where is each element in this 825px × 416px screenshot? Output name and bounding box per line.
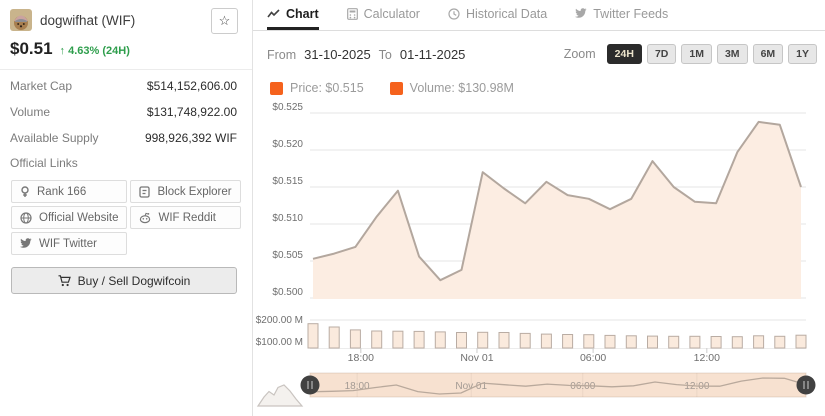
svg-text:Nov 01: Nov 01 xyxy=(460,352,493,364)
legend-volume[interactable]: Volume: $130.98M xyxy=(390,81,514,95)
svg-text:18:00: 18:00 xyxy=(348,352,374,364)
link-label: Official Website xyxy=(39,212,118,224)
buy-sell-button[interactable]: Buy / Sell Dogwifcoin xyxy=(11,267,237,294)
legend-volume-label: Volume: $130.98M xyxy=(410,81,514,95)
price-swatch xyxy=(270,82,283,95)
cart-icon xyxy=(58,275,71,287)
svg-text:$0.525: $0.525 xyxy=(272,102,303,113)
to-label: To xyxy=(379,48,392,62)
zoom-6m-button[interactable]: 6M xyxy=(753,44,784,65)
legend-price-label: Price: $0.515 xyxy=(290,81,364,95)
twitter-icon xyxy=(575,8,587,19)
svg-text:$0.515: $0.515 xyxy=(272,176,303,187)
from-label: From xyxy=(267,48,296,62)
tab-bar: Chart Calculator Historical Data Twitter… xyxy=(253,0,825,31)
stat-value: $514,152,606.00 xyxy=(147,79,237,93)
chart-panel: Chart Calculator Historical Data Twitter… xyxy=(253,0,825,416)
stat-value: $131,748,922.00 xyxy=(147,105,237,119)
stat-value: 998,926,392 WIF xyxy=(145,131,237,145)
zoom-3m-button[interactable]: 3M xyxy=(717,44,748,65)
up-arrow-icon: ↑ xyxy=(60,45,66,57)
buy-sell-label: Buy / Sell Dogwifcoin xyxy=(78,274,191,288)
svg-text:12:00: 12:00 xyxy=(694,352,720,364)
link-label: Rank 166 xyxy=(37,186,86,198)
line-chart-icon xyxy=(267,9,280,19)
svg-text:$0.520: $0.520 xyxy=(272,139,303,150)
link-label: WIF Reddit xyxy=(158,212,216,224)
svg-text:$200.00 M: $200.00 M xyxy=(256,315,303,326)
stat-label: Available Supply xyxy=(10,131,99,145)
mini-area-icon[interactable] xyxy=(258,385,302,406)
calculator-icon xyxy=(347,8,358,20)
rank-icon xyxy=(20,186,30,198)
block-explorer-button[interactable]: Block Explorer xyxy=(130,180,240,203)
zoom-label: Zoom xyxy=(564,47,596,61)
tab-label: Twitter Feeds xyxy=(593,7,668,21)
stat-row-volume: Volume $131,748,922.00 xyxy=(0,99,252,125)
official-links-grid: Rank 166 Block Explorer Official Website xyxy=(11,180,237,255)
stat-row-available-supply: Available Supply 998,926,392 WIF xyxy=(0,125,252,151)
zoom-7d-button[interactable]: 7D xyxy=(647,44,676,65)
date-range: From 31-10-2025 To 01-11-2025 xyxy=(267,47,465,62)
navigator-handle-left[interactable] xyxy=(301,376,320,395)
stat-label: Volume xyxy=(10,105,50,119)
stat-label: Market Cap xyxy=(10,79,72,93)
link-label: WIF Twitter xyxy=(39,238,97,250)
official-links-heading: Official Links xyxy=(0,151,252,172)
twitter-icon xyxy=(20,238,32,249)
stock-chart[interactable]: $0.525 $0.520 $0.515 $0.510 $0.505 $0.500 $200… xyxy=(253,100,825,416)
history-clock-icon xyxy=(448,8,460,20)
tab-calculator[interactable]: Calculator xyxy=(347,0,420,30)
rank-button[interactable]: Rank 166 xyxy=(11,180,127,203)
from-date-input[interactable]: 31-10-2025 xyxy=(304,47,371,62)
svg-text:$100.00 M: $100.00 M xyxy=(256,337,303,348)
coin-stats: Market Cap $514,152,606.00 Volume $131,7… xyxy=(0,69,252,172)
twitter-button[interactable]: WIF Twitter xyxy=(11,232,127,255)
favorite-star-button[interactable]: ☆ xyxy=(211,8,238,34)
stat-row-market-cap: Market Cap $514,152,606.00 xyxy=(0,73,252,99)
price-change: ↑ 4.63% (24H) xyxy=(60,45,130,57)
current-price: $0.51 xyxy=(10,39,53,59)
coin-header: dogwifhat (WIF) ☆ xyxy=(0,0,252,35)
zoom-1m-button[interactable]: 1M xyxy=(681,44,712,65)
official-website-button[interactable]: Official Website xyxy=(11,206,127,229)
zoom-24h-button[interactable]: 24H xyxy=(607,44,642,65)
reddit-icon xyxy=(139,212,151,224)
dogwifhat-logo-icon xyxy=(10,9,32,31)
svg-text:$0.500: $0.500 xyxy=(272,287,303,298)
tab-label: Historical Data xyxy=(466,7,547,21)
chart-controls: From 31-10-2025 To 01-11-2025 Zoom 24H 7… xyxy=(253,42,825,66)
reddit-button[interactable]: WIF Reddit xyxy=(130,206,240,229)
to-date-input[interactable]: 01-11-2025 xyxy=(400,47,466,62)
legend-price[interactable]: Price: $0.515 xyxy=(270,81,364,95)
price-row: $0.51 ↑ 4.63% (24H) xyxy=(0,35,252,69)
tab-label: Chart xyxy=(286,7,319,21)
svg-text:$0.510: $0.510 xyxy=(272,213,303,224)
tab-twitter-feeds[interactable]: Twitter Feeds xyxy=(575,0,668,30)
link-label: Block Explorer xyxy=(157,186,231,198)
block-explorer-icon xyxy=(139,186,150,198)
svg-text:$0.505: $0.505 xyxy=(272,250,303,261)
navigator-handle-right[interactable] xyxy=(797,376,816,395)
tab-historical-data[interactable]: Historical Data xyxy=(448,0,547,30)
svg-text:06:00: 06:00 xyxy=(580,352,606,364)
tab-label: Calculator xyxy=(364,7,420,21)
coin-logo xyxy=(10,9,32,31)
star-icon: ☆ xyxy=(219,13,231,29)
chart-legend: Price: $0.515 Volume: $130.98M xyxy=(253,81,825,95)
zoom-group: Zoom 24H 7D 1M 3M 6M 1Y xyxy=(564,44,817,65)
volume-swatch xyxy=(390,82,403,95)
chart-canvas: $0.525 $0.520 $0.515 $0.510 $0.505 $0.500 $200… xyxy=(256,102,816,397)
tab-chart[interactable]: Chart xyxy=(267,0,319,30)
coin-sidebar: dogwifhat (WIF) ☆ $0.51 ↑ 4.63% (24H) Ma… xyxy=(0,0,253,416)
zoom-1y-button[interactable]: 1Y xyxy=(788,44,817,65)
price-change-value: 4.63% (24H) xyxy=(68,45,130,57)
coin-name: dogwifhat (WIF) xyxy=(40,13,135,28)
globe-icon xyxy=(20,212,32,224)
